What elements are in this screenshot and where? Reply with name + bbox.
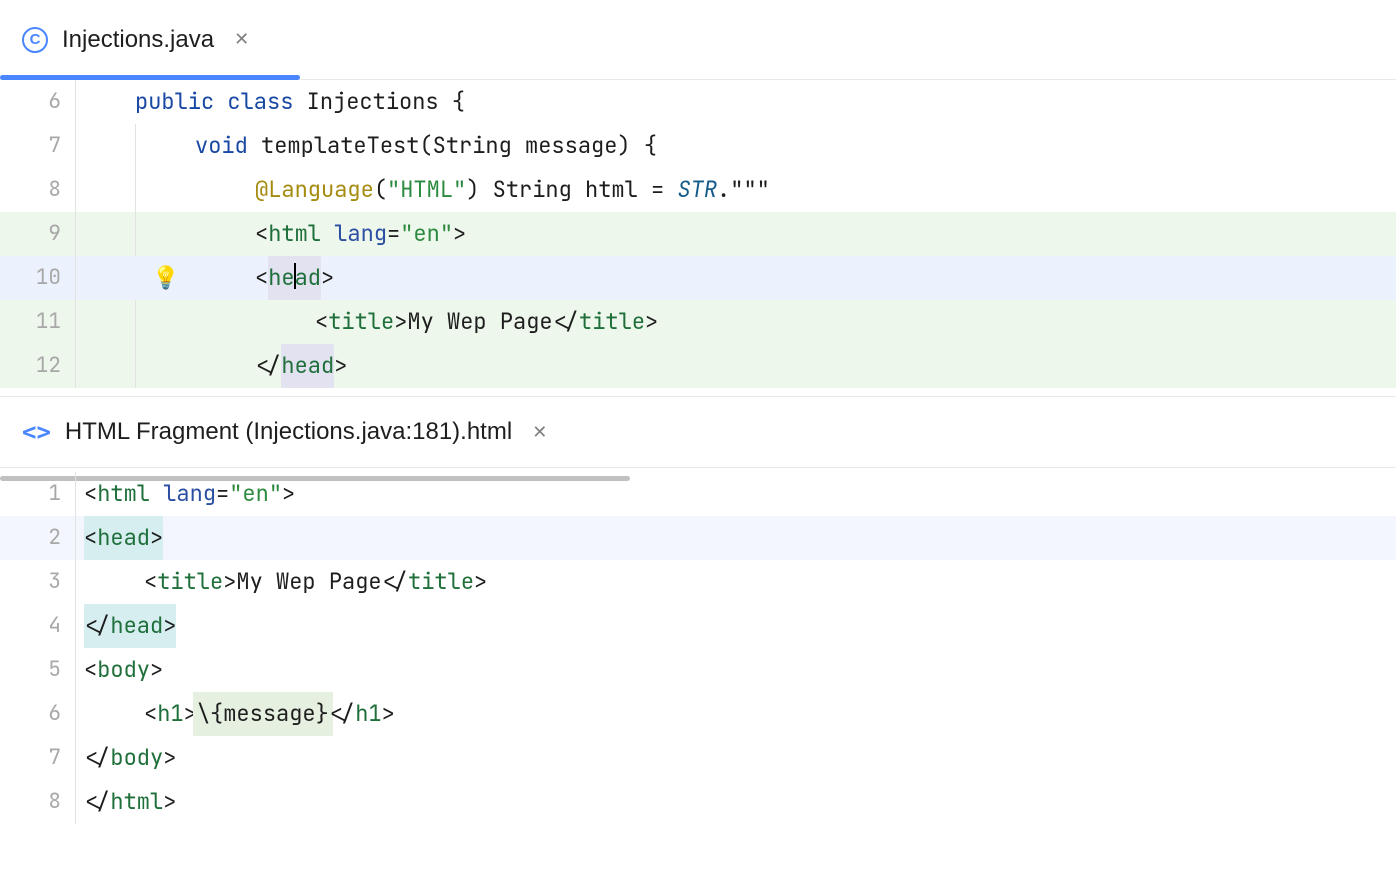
close-icon[interactable]: ✕	[234, 29, 249, 50]
code-line[interactable]: 9 <html lang="en">	[0, 212, 1396, 256]
token-annotation: @Language	[255, 168, 374, 212]
code-line[interactable]: 11 <title>My Wep Page</title>	[0, 300, 1396, 344]
code-line[interactable]: 1 <html lang="en">	[0, 472, 1396, 516]
matched-tag-pair: </head>	[84, 604, 176, 648]
code-line[interactable]: 8 </html>	[0, 780, 1396, 824]
code-line-current[interactable]: 10 💡 <head>	[0, 256, 1396, 300]
code-line[interactable]: 6 <h1>\{message}</h1>	[0, 692, 1396, 736]
close-icon[interactable]: ✕	[532, 422, 547, 443]
html-fragment-icon: <>	[22, 418, 51, 446]
class-file-icon: C	[22, 27, 48, 53]
editor-pane-java[interactable]: 6 public class Injections { 7 void templ…	[0, 80, 1396, 396]
tab-bar-bottom: <> HTML Fragment (Injections.java:181).h…	[0, 396, 1396, 468]
tab-html-fragment[interactable]: <> HTML Fragment (Injections.java:181).h…	[0, 397, 573, 467]
matched-tag: head	[281, 344, 334, 388]
code-line[interactable]: 2 <head>	[0, 516, 1396, 560]
matched-tag: head	[268, 256, 321, 300]
template-placeholder: \{message}	[193, 692, 333, 736]
code-line[interactable]: 6 public class Injections {	[0, 80, 1396, 124]
matched-tag-pair: <head>	[84, 516, 163, 560]
tab-label: Injections.java	[62, 26, 214, 54]
token-keyword: public	[135, 80, 214, 124]
code-line[interactable]: 4 </head>	[0, 604, 1396, 648]
code-line[interactable]: 3 <title>My Wep Page</title>	[0, 560, 1396, 604]
text-caret	[294, 263, 296, 289]
code-line[interactable]: 7 void templateTest(String message) {	[0, 124, 1396, 168]
code-line[interactable]: 7 </body>	[0, 736, 1396, 780]
tab-label: HTML Fragment (Injections.java:181).html	[65, 418, 512, 446]
code-line[interactable]: 5 <body>	[0, 648, 1396, 692]
code-line[interactable]: 12 </head>	[0, 344, 1396, 388]
tab-bar-top: C Injections.java ✕	[0, 0, 1396, 80]
editor-pane-html-fragment[interactable]: 1 <html lang="en"> 2 <head> 3 <title>My …	[0, 472, 1396, 824]
lightbulb-icon[interactable]: 💡	[152, 256, 179, 300]
code-line[interactable]: 8 @Language("HTML") String html = STR.""…	[0, 168, 1396, 212]
tab-injections-java[interactable]: C Injections.java ✕	[0, 0, 275, 79]
gutter-line-number: 6	[0, 80, 75, 124]
token-identifier: STR	[677, 168, 717, 212]
